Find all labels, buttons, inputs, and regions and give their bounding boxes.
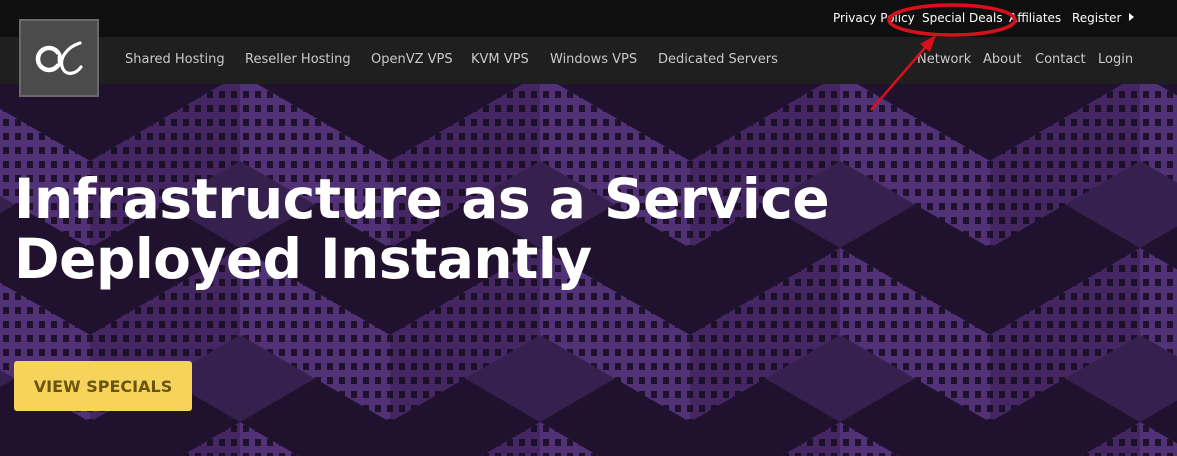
nav-openvz-vps[interactable]: OpenVZ VPS bbox=[371, 52, 453, 67]
nav-login[interactable]: Login bbox=[1098, 52, 1133, 67]
register-link[interactable]: Register bbox=[1072, 11, 1135, 25]
nav-about[interactable]: About bbox=[983, 52, 1021, 67]
alpha-logo-icon bbox=[35, 41, 83, 75]
hero-section: Infrastructure as a Service Deployed Ins… bbox=[0, 84, 1177, 456]
hero-title-line-1: Infrastructure as a Service bbox=[14, 167, 830, 231]
affiliates-link[interactable]: Affiliates bbox=[1009, 11, 1061, 25]
caret-right-icon bbox=[1129, 13, 1135, 21]
nav-kvm-vps[interactable]: KVM VPS bbox=[471, 52, 529, 67]
register-label: Register bbox=[1072, 11, 1122, 25]
nav-dedicated-servers[interactable]: Dedicated Servers bbox=[658, 52, 778, 67]
hero-title-line-2: Deployed Instantly bbox=[14, 227, 592, 291]
hero-title: Infrastructure as a Service Deployed Ins… bbox=[14, 167, 830, 291]
nav-shared-hosting[interactable]: Shared Hosting bbox=[125, 52, 225, 67]
nav-reseller-hosting[interactable]: Reseller Hosting bbox=[245, 52, 351, 67]
nav-network[interactable]: Network bbox=[917, 52, 971, 67]
site-logo[interactable] bbox=[19, 19, 99, 97]
top-utility-bar: Privacy Policy Special Deals Affiliates … bbox=[0, 0, 1177, 37]
main-navigation: Shared Hosting Reseller Hosting OpenVZ V… bbox=[0, 37, 1177, 84]
nav-windows-vps[interactable]: Windows VPS bbox=[550, 52, 637, 67]
special-deals-link[interactable]: Special Deals bbox=[922, 11, 1003, 25]
privacy-policy-link[interactable]: Privacy Policy bbox=[833, 11, 915, 25]
nav-contact[interactable]: Contact bbox=[1035, 52, 1086, 67]
view-specials-button[interactable]: VIEW SPECIALS bbox=[14, 361, 192, 411]
